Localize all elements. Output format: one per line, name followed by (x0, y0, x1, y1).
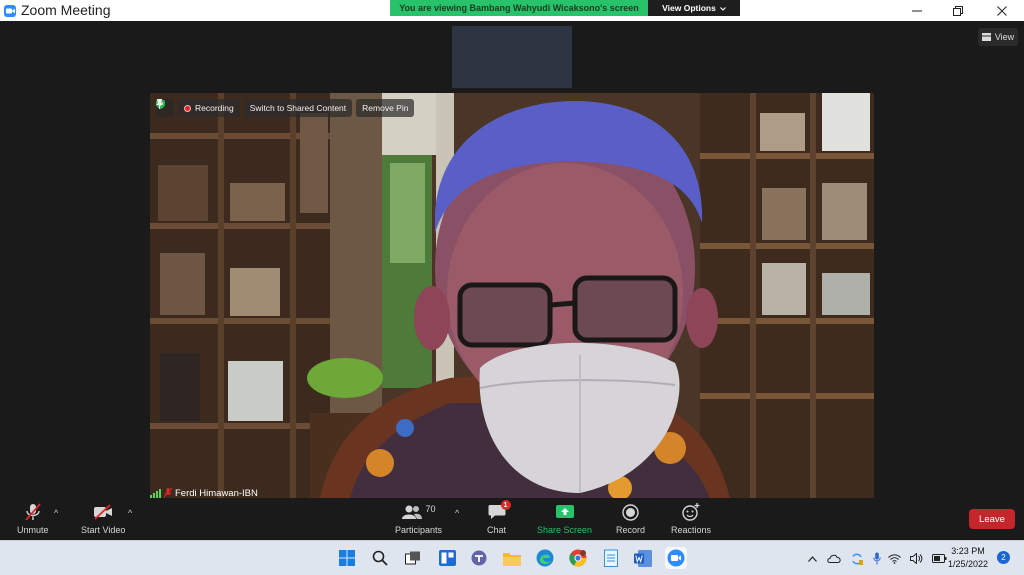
chat-badge: 1 (500, 500, 511, 510)
clock-date: 1/25/2022 (947, 559, 989, 569)
participants-options-caret[interactable]: ^ (455, 508, 459, 518)
participants-button[interactable]: 70 Participants (395, 502, 442, 535)
reactions-button[interactable]: Reactions (671, 502, 711, 535)
taskbar-clock[interactable]: 3:23 PM 1/25/2022 (946, 545, 990, 571)
view-button[interactable]: View (978, 28, 1018, 46)
start-video-label: Start Video (81, 525, 126, 535)
chat-icon: 1 (488, 500, 511, 522)
zoom-icon[interactable] (665, 547, 687, 569)
video-off-icon (93, 502, 113, 522)
shared-screen-thumbnail[interactable] (452, 26, 572, 88)
audio-options-caret[interactable]: ^ (54, 508, 58, 518)
record-dot-icon (184, 104, 191, 112)
chat-button[interactable]: 1 Chat (487, 500, 511, 535)
close-button[interactable] (979, 0, 1024, 21)
pin-icon (156, 99, 163, 109)
mic-muted-icon (164, 488, 172, 498)
pinned-video: Recording Switch to Shared Content Remov… (150, 93, 874, 499)
widgets-icon[interactable] (436, 547, 458, 569)
chevron-down-icon (719, 3, 726, 13)
volume-icon (910, 553, 923, 564)
start-video-button[interactable]: Start Video (81, 502, 125, 535)
meeting-controls: Unmute ^ Start Video ^ 70 Participants ^… (0, 498, 1024, 540)
signal-icon (150, 488, 161, 498)
unmute-button[interactable]: Unmute (17, 502, 49, 535)
reactions-icon (682, 502, 700, 522)
switch-shared-content-button[interactable]: Switch to Shared Content (156, 99, 353, 117)
chat-label: Chat (487, 525, 507, 535)
cloud-icon[interactable] (827, 554, 841, 563)
share-banner: You are viewing Bambang Wahyudi Wicakson… (390, 0, 740, 16)
mic-muted-icon (25, 502, 41, 522)
search-icon[interactable] (369, 547, 391, 569)
teams-icon[interactable] (468, 547, 490, 569)
view-options-label: View Options (662, 3, 716, 13)
window-title: Zoom Meeting (21, 2, 111, 18)
meeting-area: View Recording Switch to Shared Content … (0, 21, 1024, 499)
reactions-label: Reactions (671, 525, 712, 535)
minimize-button[interactable] (894, 0, 939, 21)
clock-time: 3:23 PM (951, 546, 985, 556)
record-button[interactable]: Record (616, 502, 645, 535)
chrome-icon[interactable] (567, 547, 589, 569)
video-toolbar: Recording Switch to Shared Content Remov… (156, 99, 415, 117)
restore-button[interactable] (935, 0, 980, 21)
share-screen-label: Share Screen (537, 525, 593, 535)
leave-button[interactable]: Leave (969, 509, 1015, 529)
participants-icon: 70 (401, 502, 436, 522)
chevron-up-icon[interactable] (808, 555, 817, 562)
word-icon[interactable] (632, 547, 654, 569)
minimize-icon (911, 10, 922, 11)
video-options-caret[interactable]: ^ (128, 508, 132, 518)
share-screen-icon (555, 502, 575, 522)
windows-start-icon[interactable] (336, 547, 358, 569)
remove-pin-label: Remove Pin (362, 103, 409, 113)
video-frame-image (150, 93, 874, 499)
zoom-logo-icon (4, 4, 16, 17)
task-view-icon[interactable] (402, 547, 424, 569)
battery-icon (932, 554, 947, 563)
zoom-app: Zoom Meeting You are viewing Bambang Wah… (0, 0, 1024, 575)
participants-label: Participants (395, 525, 443, 535)
system-tray (808, 541, 881, 575)
switch-shared-label: Switch to Shared Content (249, 103, 347, 113)
notification-count-badge[interactable]: 2 (997, 551, 1010, 564)
notepad-icon[interactable] (600, 547, 622, 569)
remove-pin-button[interactable]: Remove Pin (156, 99, 415, 117)
recording-indicator[interactable]: Recording (178, 99, 240, 117)
restore-icon (952, 5, 963, 16)
record-icon (622, 502, 639, 522)
sync-icon[interactable] (851, 553, 863, 565)
recording-label: Recording (195, 103, 234, 113)
participants-count: 70 (425, 504, 436, 514)
share-screen-button[interactable]: Share Screen (537, 502, 592, 535)
quick-settings[interactable] (888, 541, 947, 575)
participant-name: Ferdi Himawan-IBN (175, 487, 258, 499)
view-label: View (994, 32, 1015, 42)
windows-taskbar: 3:23 PM 1/25/2022 2 (0, 540, 1024, 575)
close-icon (996, 5, 1007, 16)
unmute-label: Unmute (17, 525, 49, 535)
record-label: Record (616, 525, 646, 535)
microphone-icon[interactable] (873, 552, 881, 565)
view-options-button[interactable]: View Options (648, 0, 740, 16)
grid-icon (981, 33, 991, 41)
file-explorer-icon[interactable] (501, 547, 523, 569)
edge-icon[interactable] (534, 547, 556, 569)
wifi-icon (888, 553, 901, 564)
share-banner-message: You are viewing Bambang Wahyudi Wicakson… (390, 0, 648, 16)
